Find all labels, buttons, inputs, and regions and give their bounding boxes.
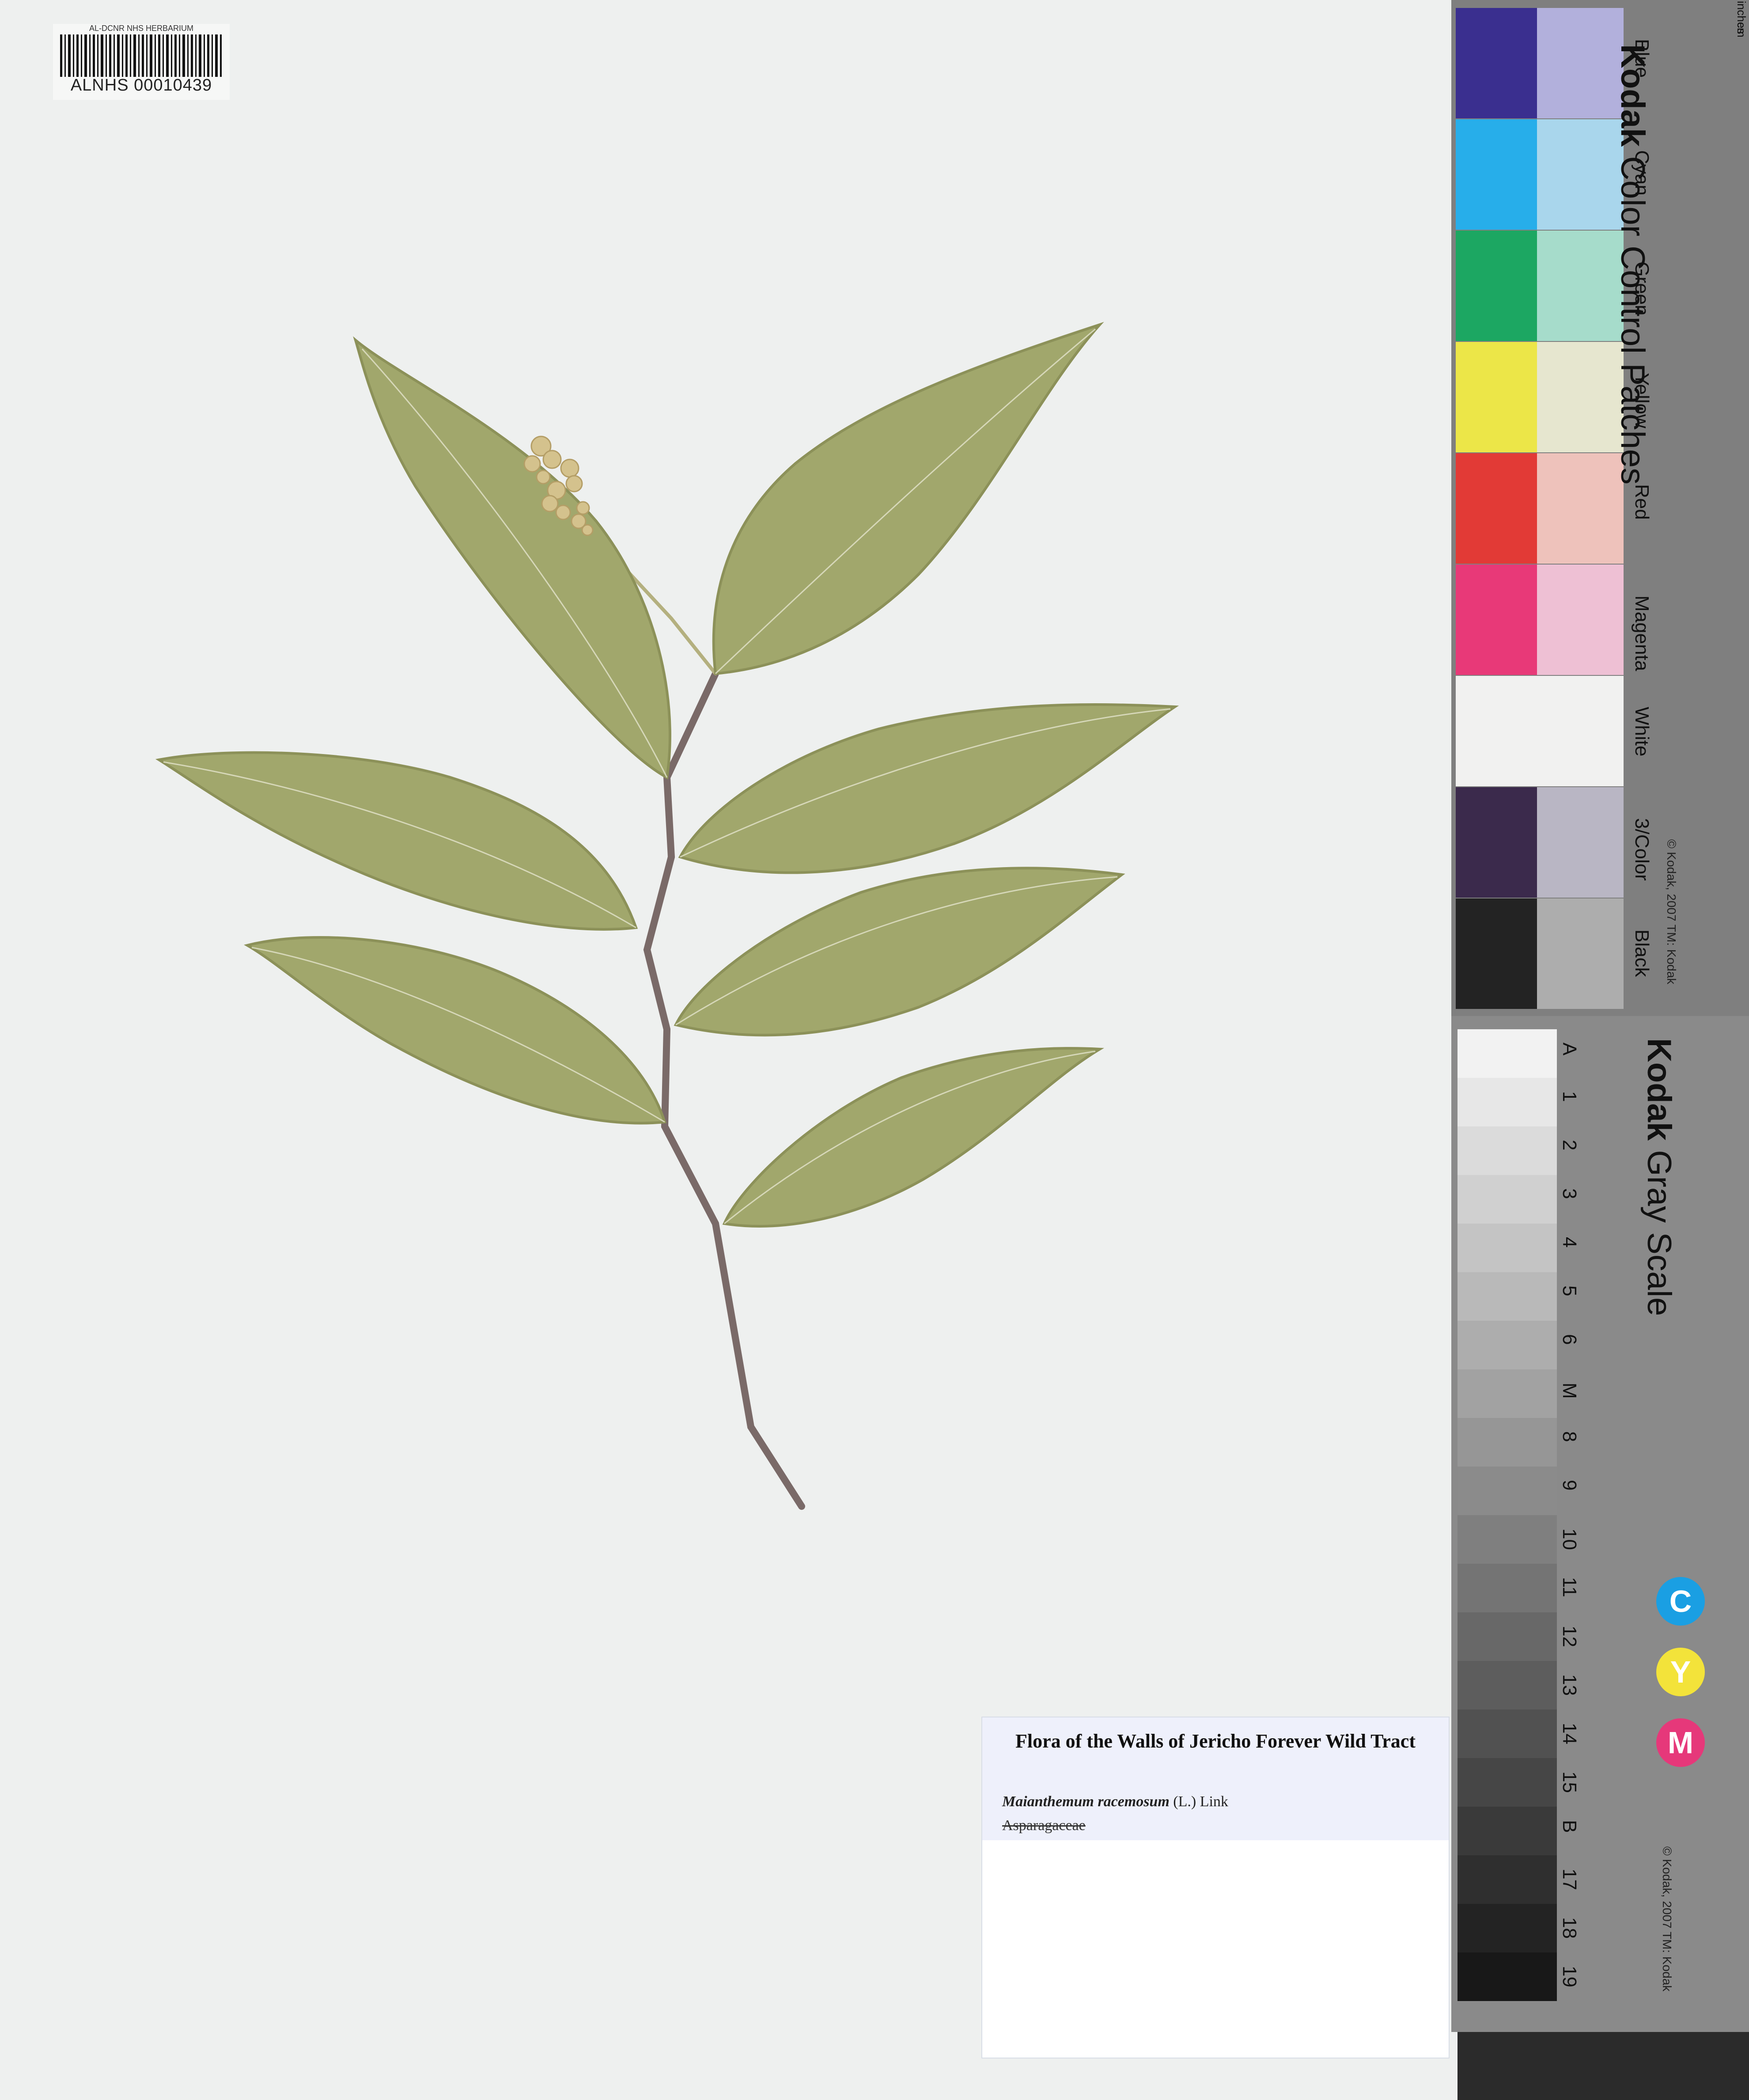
- color-card-heading: Color Control Patches: [1614, 156, 1651, 485]
- gray-step: [1458, 1078, 1557, 1126]
- label-title: Flora of the Walls of Jericho Forever Wi…: [1015, 1730, 1416, 1752]
- gray-step: [1458, 1515, 1557, 1564]
- patch-0-light: [1537, 8, 1624, 118]
- leaf-7: [722, 1047, 1105, 1228]
- patch-0-dark: [1456, 8, 1542, 118]
- patch-1-dark: [1456, 119, 1542, 230]
- taxon-author: (L.) Link: [1173, 1793, 1228, 1810]
- patch-7-light: [1537, 787, 1624, 898]
- gray-card-heading: Gray Scale: [1640, 1150, 1678, 1316]
- barcode-icon: [60, 34, 222, 77]
- gray-step-label: 17: [1559, 1869, 1580, 1890]
- label-family: Asparagaceae: [1002, 1817, 1086, 1834]
- cym-dot-y: Y: [1656, 1648, 1705, 1696]
- gray-step: [1458, 1904, 1557, 1952]
- ruler-unit-inches: inches: [1735, 1, 1748, 34]
- gray-step-label: 13: [1559, 1674, 1580, 1696]
- gray-step: [1458, 1029, 1557, 1078]
- leaf-4: [678, 703, 1179, 874]
- gray-step: [1458, 1855, 1557, 1904]
- patch-5-dark: [1456, 565, 1542, 675]
- patch-label: 3/Color: [1631, 818, 1653, 881]
- patch-5-light: [1537, 565, 1624, 675]
- gray-step: [1458, 1807, 1557, 1855]
- patch-label: Yellow: [1631, 373, 1653, 428]
- patch-3-light: [1537, 342, 1624, 452]
- gray-step-label: 14: [1559, 1723, 1580, 1744]
- gray-step: [1458, 1126, 1557, 1175]
- barcode-label: AL-DCNR NHS HERBARIUM ALNHS 00010439: [53, 24, 230, 100]
- patch-2-light: [1537, 231, 1624, 341]
- color-card-copyright: © Kodak, 2007 TM: Kodak: [1665, 839, 1678, 985]
- gray-step: [1458, 1710, 1557, 1758]
- gray-step-label: 18: [1559, 1917, 1580, 1939]
- patch-4-light: [1537, 453, 1624, 564]
- gray-step: [1458, 1369, 1557, 1418]
- leaf-3: [155, 751, 638, 931]
- gray-step: [1458, 1758, 1557, 1807]
- patch-label: Green: [1631, 262, 1653, 316]
- gray-step-label: 19: [1559, 1966, 1580, 1987]
- gray-step: [1458, 1175, 1557, 1224]
- gray-card-brand: Kodak: [1640, 1038, 1678, 1141]
- gray-step: [1458, 1321, 1557, 1369]
- gray-step: [1458, 1418, 1557, 1467]
- gray-step-label: 4: [1559, 1237, 1580, 1248]
- gray-step-label: 1: [1559, 1091, 1580, 1102]
- patch-label: Black: [1631, 929, 1653, 977]
- patch-label: Blue: [1631, 39, 1653, 78]
- gray-step-label: 6: [1559, 1334, 1580, 1345]
- gray-card-copyright: © Kodak, 2007 TM: Kodak: [1660, 1846, 1674, 1992]
- gray-step-label: 9: [1559, 1480, 1580, 1491]
- gray-step-label: 15: [1559, 1771, 1580, 1793]
- gray-step: [1458, 1612, 1557, 1661]
- gray-step-label: 5: [1559, 1285, 1580, 1296]
- taxon-name: Maianthemum racemosum: [1002, 1793, 1170, 1810]
- gray-step-label: 10: [1559, 1528, 1580, 1550]
- patch-6-dark: [1456, 676, 1624, 786]
- gray-step: [1458, 1467, 1557, 1515]
- patch-label: White: [1631, 707, 1653, 757]
- gray-step: [1458, 1224, 1557, 1272]
- specimen-label: Flora of the Walls of Jericho Forever Wi…: [981, 1717, 1450, 2058]
- gray-card-title: Kodak Gray Scale: [1640, 1038, 1678, 1316]
- patch-1-light: [1537, 119, 1624, 230]
- gray-step-label: B: [1559, 1820, 1580, 1833]
- gray-step-label: 11: [1559, 1577, 1580, 1597]
- leaf-1: [353, 336, 671, 780]
- barcode-caption: AL-DCNR NHS HERBARIUM: [89, 24, 194, 33]
- leaf-6: [674, 867, 1125, 1037]
- gray-step: [1458, 1564, 1557, 1612]
- patch-3-dark: [1456, 342, 1542, 452]
- patch-2-dark: [1456, 231, 1542, 341]
- patch-8-dark: [1456, 898, 1542, 1009]
- patch-8-light: [1537, 898, 1624, 1009]
- gray-step: [1458, 1272, 1557, 1321]
- gray-step: [1458, 1952, 1557, 2001]
- patch-label: Red: [1631, 484, 1653, 520]
- gray-step-label: M: [1559, 1383, 1580, 1399]
- patch-label: Magenta: [1631, 595, 1653, 671]
- patch-4-dark: [1456, 453, 1542, 564]
- patch-7-dark: [1456, 787, 1542, 898]
- gray-step-label: 3: [1559, 1188, 1580, 1199]
- barcode-number: ALNHS 00010439: [70, 76, 212, 95]
- cym-dot-m: M: [1656, 1718, 1705, 1767]
- gray-step-label: 2: [1559, 1140, 1580, 1151]
- gray-step-label: 8: [1559, 1431, 1580, 1442]
- label-taxon: Maianthemum racemosum (L.) Link: [1002, 1793, 1228, 1810]
- gray-step: [1458, 1661, 1557, 1710]
- cym-dot-c: C: [1656, 1577, 1705, 1626]
- patch-label: Cyan: [1631, 150, 1653, 196]
- leaf-5: [244, 936, 666, 1125]
- gray-step-label: 12: [1559, 1626, 1580, 1647]
- gray-step-label: A: [1559, 1042, 1580, 1056]
